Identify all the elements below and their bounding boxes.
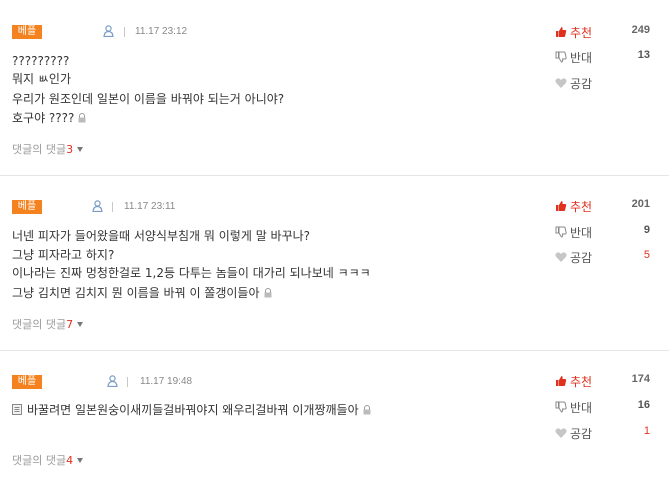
replies-label: 댓글의 댓글 xyxy=(12,143,67,156)
oppose-label: 반대 xyxy=(570,401,593,415)
recommend-button[interactable]: 추천 249 xyxy=(555,24,655,40)
oppose-label: 반대 xyxy=(570,226,593,240)
caret-down-icon xyxy=(77,147,84,152)
comment-timestamp: 11.17 23:12 xyxy=(135,26,188,37)
user-icon[interactable] xyxy=(92,200,103,212)
oppose-count: 9 xyxy=(643,224,650,236)
lock-icon xyxy=(363,405,371,415)
oppose-count: 16 xyxy=(637,399,650,411)
oppose-button[interactable]: 반대 9 xyxy=(555,224,655,240)
comment-text-line: 너넨 피자가 들어왔을때 서양식부침개 뭐 이렇게 말 바꾸나? xyxy=(12,229,311,243)
comment-text-line-last: 그냥 김치면 김치지 뭔 이름을 바꿔 이 쫄갱이들아 xyxy=(12,285,273,301)
thumb-up-icon xyxy=(556,376,567,386)
meta-divider xyxy=(127,377,128,387)
comment-item: 베플 11.17 23:12 ????????? 뭐지 ㅄ인가 우리가 원조인데… xyxy=(0,0,669,174)
comment-text-line: 우리가 원조인데 일본이 이름을 바꿔야 되는거 아니야? xyxy=(12,92,285,106)
comment-text-line: 그냥 피자라고 하지? xyxy=(12,248,115,262)
thumb-up-icon xyxy=(556,201,567,211)
empathy-count: 5 xyxy=(643,249,650,261)
empathy-button[interactable]: 공감 5 xyxy=(555,249,655,265)
comment-text-line-last: 호구야 ???? xyxy=(12,110,87,126)
empathy-label: 공감 xyxy=(570,427,593,441)
comment-timestamp: 11.17 23:11 xyxy=(124,201,176,212)
comment-text-line: 이나라는 진짜 멍청한걸로 1,2등 다투는 놈들이 대가리 되나보네 ㅋㅋㅋ xyxy=(12,266,371,280)
user-icon[interactable] xyxy=(107,375,118,387)
empathy-label: 공감 xyxy=(570,77,593,91)
caret-down-icon xyxy=(77,458,84,463)
recommend-label: 추천 xyxy=(570,26,593,40)
recommend-label: 추천 xyxy=(570,375,593,389)
replies-toggle[interactable]: 댓글의 댓글7 xyxy=(12,316,84,332)
replies-toggle[interactable]: 댓글의 댓글4 xyxy=(12,452,84,468)
comment-timestamp: 11.17 19:48 xyxy=(140,376,193,387)
caret-down-icon xyxy=(77,322,84,327)
replies-count: 4 xyxy=(66,454,74,467)
thumb-down-icon xyxy=(555,401,567,413)
comment-text-line-last: 바꿀려면 일본원숭이새끼들걸바꿔야지 왜우리걸바꿔 이개짱깨들아 xyxy=(12,402,372,418)
recommend-label: 추천 xyxy=(570,200,593,214)
thumb-down-icon xyxy=(555,51,567,63)
replies-label: 댓글의 댓글 xyxy=(12,454,67,467)
empathy-button[interactable]: 공감 1 xyxy=(555,425,655,441)
replies-toggle[interactable]: 댓글의 댓글3 xyxy=(12,141,84,157)
best-comment-badge: 베플 xyxy=(12,200,42,214)
thumb-up-icon xyxy=(556,27,567,37)
comment-text-line: 뭐지 ㅄ인가 xyxy=(12,72,72,86)
oppose-button[interactable]: 반대 16 xyxy=(555,399,655,415)
heart-icon xyxy=(555,428,567,438)
replies-count: 3 xyxy=(66,143,74,156)
comment-text-line: 그냥 김치면 김치지 뭔 이름을 바꿔 이 쫄갱이들아 xyxy=(12,286,260,300)
replies-label: 댓글의 댓글 xyxy=(12,318,67,331)
best-comment-badge: 베플 xyxy=(12,375,42,389)
heart-icon xyxy=(555,78,567,88)
recommend-count: 201 xyxy=(631,198,650,210)
oppose-button[interactable]: 반대 13 xyxy=(555,49,655,65)
comment-text-line: 바꿀려면 일본원숭이새끼들걸바꿔야지 왜우리걸바꿔 이개짱깨들아 xyxy=(27,403,359,417)
empathy-count: 1 xyxy=(643,425,650,437)
user-icon[interactable] xyxy=(103,25,114,37)
comment-text-line: ????????? xyxy=(12,54,70,68)
thumb-down-icon xyxy=(555,226,567,238)
comment-item: 베플 11.17 23:11 너넨 피자가 들어왔을때 서양식부침개 뭐 이렇게… xyxy=(0,176,669,349)
replies-count: 7 xyxy=(66,318,74,331)
meta-divider xyxy=(112,202,113,212)
oppose-count: 13 xyxy=(637,49,650,61)
meta-divider xyxy=(124,27,125,37)
recommend-button[interactable]: 추천 174 xyxy=(555,373,655,389)
lock-icon xyxy=(264,288,272,298)
oppose-label: 반대 xyxy=(570,51,593,65)
comment-text-line: 호구야 ???? xyxy=(12,111,75,125)
recommend-count: 249 xyxy=(631,24,650,36)
document-icon xyxy=(12,404,22,415)
comment-item: 베플 11.17 19:48 바꿀려면 일본원숭이새끼들걸바꿔야지 왜우리걸바꿔… xyxy=(0,351,669,492)
recommend-button[interactable]: 추천 201 xyxy=(555,198,655,214)
best-comment-badge: 베플 xyxy=(12,25,42,39)
lock-icon xyxy=(78,113,86,123)
empathy-button[interactable]: 공감 xyxy=(555,75,655,91)
empathy-label: 공감 xyxy=(570,251,593,265)
recommend-count: 174 xyxy=(631,373,650,385)
heart-icon xyxy=(555,252,567,262)
